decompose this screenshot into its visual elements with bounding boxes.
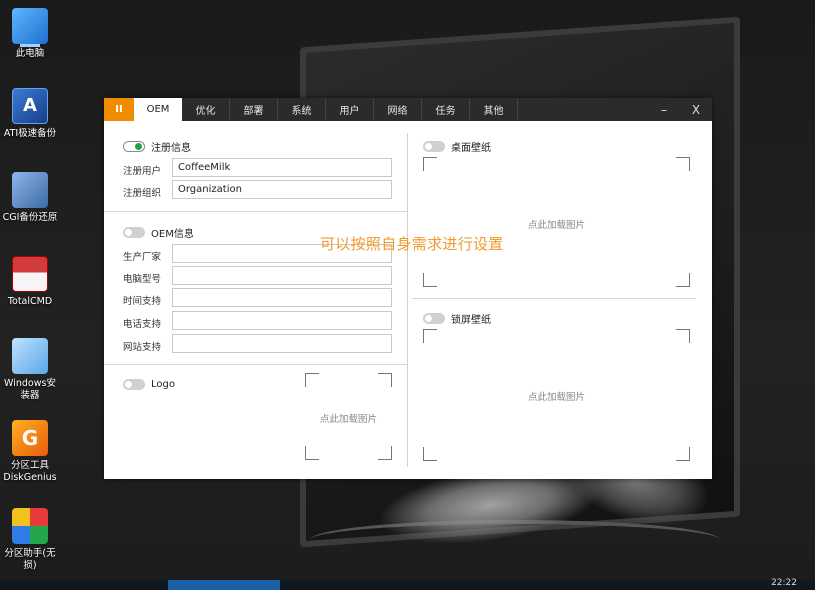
app-logo: II [104, 98, 134, 121]
computer-icon [12, 8, 48, 47]
model-input[interactable] [172, 266, 392, 285]
field-label: 网站支持 [123, 342, 162, 353]
field-label: 电脑型号 [123, 274, 162, 285]
corner-mark [423, 447, 437, 461]
tab-optimize[interactable]: 优化 [182, 98, 230, 121]
support-url-input[interactable] [172, 334, 392, 353]
tab-tasks[interactable]: 任务 [422, 98, 470, 121]
toggle-switch-off[interactable] [123, 379, 145, 390]
tab-network[interactable]: 网络 [374, 98, 422, 121]
desktop-icon-ati-backup[interactable]: A ATI极速备份 [0, 88, 60, 140]
registered-org-input[interactable]: Organization [172, 180, 392, 199]
corner-mark [423, 273, 437, 287]
ati-backup-icon: A [12, 88, 48, 124]
section-divider [104, 211, 407, 212]
toggle-label: OEM信息 [151, 229, 194, 240]
field-label: 注册用户 [123, 166, 162, 177]
toggle-switch-off[interactable] [423, 313, 445, 324]
lock-wallpaper-toggle[interactable]: 锁屏壁纸 [423, 311, 491, 326]
field-label: 注册组织 [123, 188, 162, 199]
desktop-wallpaper-dropzone[interactable]: 点此加载图片 [423, 157, 690, 287]
desktop-icon-this-pc[interactable]: 此电脑 [0, 8, 60, 60]
toggle-label: 锁屏壁纸 [451, 315, 491, 326]
toggle-label: Logo [151, 379, 175, 390]
toggle-switch-off[interactable] [423, 141, 445, 152]
tab-oem[interactable]: OEM [134, 98, 182, 121]
corner-mark [676, 157, 690, 171]
partition-assistant-icon [12, 508, 48, 544]
corner-mark [676, 447, 690, 461]
window-controls: – X [648, 98, 712, 121]
taskbar: 22:22 [0, 578, 815, 590]
oem-panel: 注册信息 注册用户 CoffeeMilk 注册组织 Organization O… [104, 121, 712, 479]
toggle-switch-off[interactable] [123, 227, 145, 238]
desktop-icon-label: 分区助手(无损) [4, 548, 56, 571]
oem-info-toggle[interactable]: OEM信息 [123, 225, 194, 240]
floppy-disk-icon [12, 256, 48, 292]
desktop-wallpaper-toggle[interactable]: 桌面壁纸 [423, 139, 491, 154]
tab-deploy[interactable]: 部署 [230, 98, 278, 121]
field-label: 电话支持 [123, 319, 162, 330]
desktop-icon-label: Windows安装器 [4, 378, 56, 401]
corner-mark [423, 329, 437, 343]
desktop-icon-cgi[interactable]: CGI备份还原 [0, 172, 60, 224]
toggle-label: 桌面壁纸 [451, 143, 491, 154]
column-divider [407, 133, 408, 467]
start-button[interactable] [18, 580, 58, 590]
dropzone-hint: 点此加载图片 [527, 220, 585, 231]
taskbar-active-app[interactable] [168, 580, 280, 590]
logo-toggle[interactable]: Logo [123, 379, 175, 390]
corner-mark [676, 273, 690, 287]
desktop-icon-diskgenius[interactable]: G 分区工具DiskGenius [0, 420, 60, 484]
corner-mark [676, 329, 690, 343]
tab-user[interactable]: 用户 [326, 98, 374, 121]
corner-mark [378, 373, 392, 387]
registered-user-input[interactable]: CoffeeMilk [172, 158, 392, 177]
dropzone-hint: 点此加载图片 [319, 414, 377, 425]
desktop-icon-label: 此电脑 [15, 48, 45, 59]
support-hours-input[interactable] [172, 288, 392, 307]
corner-mark [378, 446, 392, 460]
minimize-button[interactable]: – [648, 98, 680, 121]
corner-mark [423, 157, 437, 171]
dropzone-hint: 点此加载图片 [527, 392, 585, 403]
desktop-icon-partition-assistant[interactable]: 分区助手(无损) [0, 508, 60, 572]
diskgenius-icon: G [12, 420, 48, 456]
desktop-icon-windows-installer[interactable]: Windows安装器 [0, 338, 60, 402]
title-bar[interactable]: II OEM 优化 部署 系统 用户 网络 任务 其他 – X [104, 98, 712, 121]
taskbar-clock[interactable]: 22:22 [771, 578, 797, 588]
tab-other[interactable]: 其他 [470, 98, 518, 121]
toggle-label: 注册信息 [151, 143, 191, 154]
desktop-icon-label: 分区工具DiskGenius [3, 460, 57, 483]
annotation-overlay-text: 可以按照自身需求进行设置 [320, 235, 504, 253]
section-divider [412, 298, 696, 299]
logo-image-dropzone[interactable]: 点此加载图片 [305, 373, 392, 460]
desktop-icon-label: CGI备份还原 [2, 212, 58, 223]
corner-mark [305, 446, 319, 460]
corner-mark [305, 373, 319, 387]
toggle-switch-on[interactable] [123, 141, 145, 152]
section-divider [104, 364, 407, 365]
field-label: 时间支持 [123, 296, 162, 307]
register-info-toggle[interactable]: 注册信息 [123, 139, 191, 154]
close-button[interactable]: X [680, 98, 712, 121]
desktop-icon-label: TotalCMD [7, 296, 53, 307]
support-phone-input[interactable] [172, 311, 392, 330]
lock-wallpaper-dropzone[interactable]: 点此加载图片 [423, 329, 690, 461]
field-label: 生产厂家 [123, 252, 162, 263]
settings-window: II OEM 优化 部署 系统 用户 网络 任务 其他 – X 注册信息 注册用… [104, 98, 712, 479]
cgi-tools-icon [12, 172, 48, 208]
windows-installer-icon [12, 338, 48, 374]
tab-system[interactable]: 系统 [278, 98, 326, 121]
desktop-icon-label: ATI极速备份 [3, 128, 57, 139]
desktop-icon-totalcmd[interactable]: TotalCMD [0, 256, 60, 308]
